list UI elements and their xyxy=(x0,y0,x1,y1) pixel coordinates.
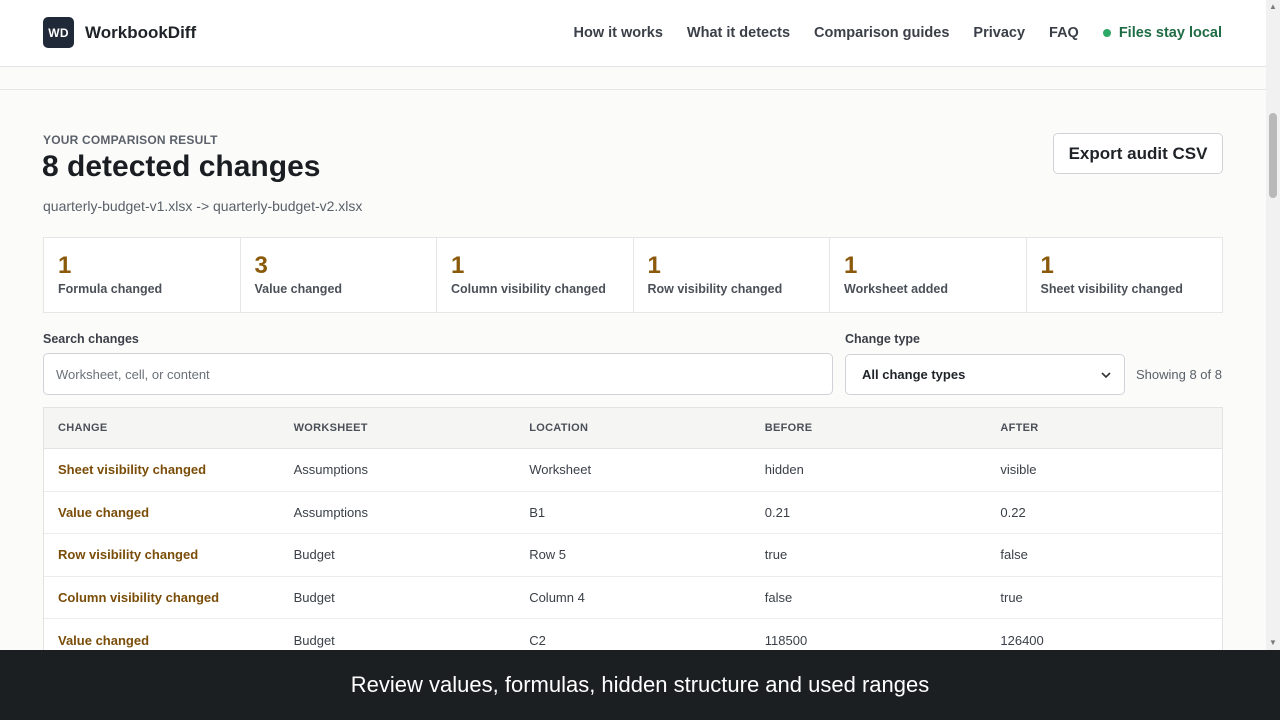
caption-bar: Review values, formulas, hidden structur… xyxy=(0,650,1280,720)
status-dot-icon xyxy=(1102,29,1111,37)
before-cell: hidden xyxy=(764,462,804,478)
brand-name: WorkbookDiff xyxy=(85,22,197,42)
stat-count: 1 xyxy=(844,252,858,279)
stat-value-changed: 3 Value changed xyxy=(241,238,437,312)
column-header[interactable]: CHANGE xyxy=(44,422,280,434)
search-label: Search changes xyxy=(43,332,139,346)
results-count: Showing 8 of 8 xyxy=(1135,367,1222,382)
stat-label: Worksheet added xyxy=(844,282,948,296)
stat-row-visibility-changed: 1 Row visibility changed xyxy=(634,238,830,312)
stat-count: 1 xyxy=(58,252,72,279)
change-type-cell: Value changed xyxy=(58,632,150,648)
change-type-label: Change type xyxy=(845,332,921,346)
location-cell: Column 4 xyxy=(529,590,585,606)
site-header: WD WorkbookDiff How it works What it det… xyxy=(0,0,1266,67)
location-cell: Worksheet xyxy=(529,462,592,478)
stat-formula-changed: 1 Formula changed xyxy=(44,238,241,312)
table-row[interactable]: Column visibility changed Budget Column … xyxy=(44,577,1222,620)
after-cell: visible xyxy=(1000,462,1037,478)
divider xyxy=(0,89,1266,90)
location-cell: C2 xyxy=(529,632,546,648)
main-nav: How it works What it detects Comparison … xyxy=(573,0,1222,66)
search-input[interactable] xyxy=(43,353,833,395)
stat-count: 1 xyxy=(451,252,465,279)
video-caption: Review values, formulas, hidden structur… xyxy=(350,672,930,697)
export-audit-csv-button[interactable]: Export audit CSV xyxy=(1053,133,1223,174)
after-cell: true xyxy=(1000,590,1023,606)
change-type-select[interactable]: All change types xyxy=(845,354,1125,395)
nav-what-it-detects[interactable]: What it detects xyxy=(687,25,790,41)
change-type-cell: Value changed xyxy=(58,504,150,520)
nav-comparison-guides[interactable]: Comparison guides xyxy=(814,25,949,41)
after-cell: 126400 xyxy=(1000,632,1044,648)
nav-how-it-works[interactable]: How it works xyxy=(573,25,662,41)
stat-label: Formula changed xyxy=(58,282,163,296)
change-type-cell: Column visibility changed xyxy=(58,590,220,606)
changes-table: CHANGE WORKSHEET LOCATION BEFORE AFTER S… xyxy=(43,407,1223,663)
stat-column-visibility-changed: 1 Column visibility changed xyxy=(437,238,634,312)
column-header[interactable]: WORKSHEET xyxy=(280,422,516,434)
worksheet-cell: Budget xyxy=(293,547,335,563)
before-cell: true xyxy=(764,547,788,563)
stat-count: 1 xyxy=(647,252,661,279)
column-header[interactable]: LOCATION xyxy=(515,422,751,434)
worksheet-cell: Budget xyxy=(293,632,335,648)
location-cell: B1 xyxy=(529,504,546,520)
table-row[interactable]: Row visibility changed Budget Row 5 true… xyxy=(44,534,1222,577)
result-eyebrow: YOUR COMPARISON RESULT xyxy=(43,133,218,147)
change-type-cell: Row visibility changed xyxy=(58,547,199,563)
stat-count: 1 xyxy=(1040,252,1054,279)
table-header: CHANGE WORKSHEET LOCATION BEFORE AFTER xyxy=(44,408,1222,449)
nav-privacy[interactable]: Privacy xyxy=(973,25,1025,41)
worksheet-cell: Assumptions xyxy=(293,504,369,520)
table-row[interactable]: Sheet visibility changed Assumptions Wor… xyxy=(44,449,1222,492)
chevron-down-icon xyxy=(1101,371,1111,378)
scrollbar-thumb[interactable] xyxy=(1269,113,1277,198)
page-scrollbar[interactable]: ▲ ▼ xyxy=(1266,0,1280,650)
stat-label: Sheet visibility changed xyxy=(1040,282,1183,296)
nav-faq[interactable]: FAQ xyxy=(1049,25,1079,41)
after-cell: false xyxy=(1000,547,1028,563)
worksheet-cell: Budget xyxy=(293,590,335,606)
before-cell: 118500 xyxy=(764,632,808,648)
logo-mark: WD xyxy=(43,17,74,48)
page-title: 8 detected changes xyxy=(42,150,321,183)
change-type-value: All change types xyxy=(862,367,966,382)
column-header[interactable]: BEFORE xyxy=(751,422,987,434)
before-cell: false xyxy=(764,590,793,606)
logo[interactable]: WD WorkbookDiff xyxy=(43,17,196,48)
compared-files: quarterly-budget-v1.xlsx -> quarterly-bu… xyxy=(43,198,363,214)
stat-label: Row visibility changed xyxy=(647,282,783,296)
stat-label: Value changed xyxy=(254,282,343,296)
files-local-badge[interactable]: Files stay local xyxy=(1102,25,1222,41)
change-summary: 1 Formula changed 3 Value changed 1 Colu… xyxy=(43,237,1223,313)
worksheet-cell: Assumptions xyxy=(293,462,369,478)
stat-sheet-visibility-changed: 1 Sheet visibility changed xyxy=(1027,238,1223,312)
before-cell: 0.21 xyxy=(764,504,791,520)
stat-count: 3 xyxy=(254,252,268,279)
stat-worksheet-added: 1 Worksheet added xyxy=(830,238,1027,312)
files-local-label: Files stay local xyxy=(1118,25,1222,41)
column-header[interactable]: AFTER xyxy=(986,422,1222,434)
table-row[interactable]: Value changed Assumptions B1 0.21 0.22 xyxy=(44,492,1222,535)
scroll-down-arrow-icon[interactable]: ▼ xyxy=(1269,638,1277,647)
stat-label: Column visibility changed xyxy=(451,282,606,296)
scroll-up-arrow-icon[interactable]: ▲ xyxy=(1269,2,1277,11)
change-type-cell: Sheet visibility changed xyxy=(58,462,207,478)
after-cell: 0.22 xyxy=(1000,504,1026,520)
location-cell: Row 5 xyxy=(529,547,567,563)
